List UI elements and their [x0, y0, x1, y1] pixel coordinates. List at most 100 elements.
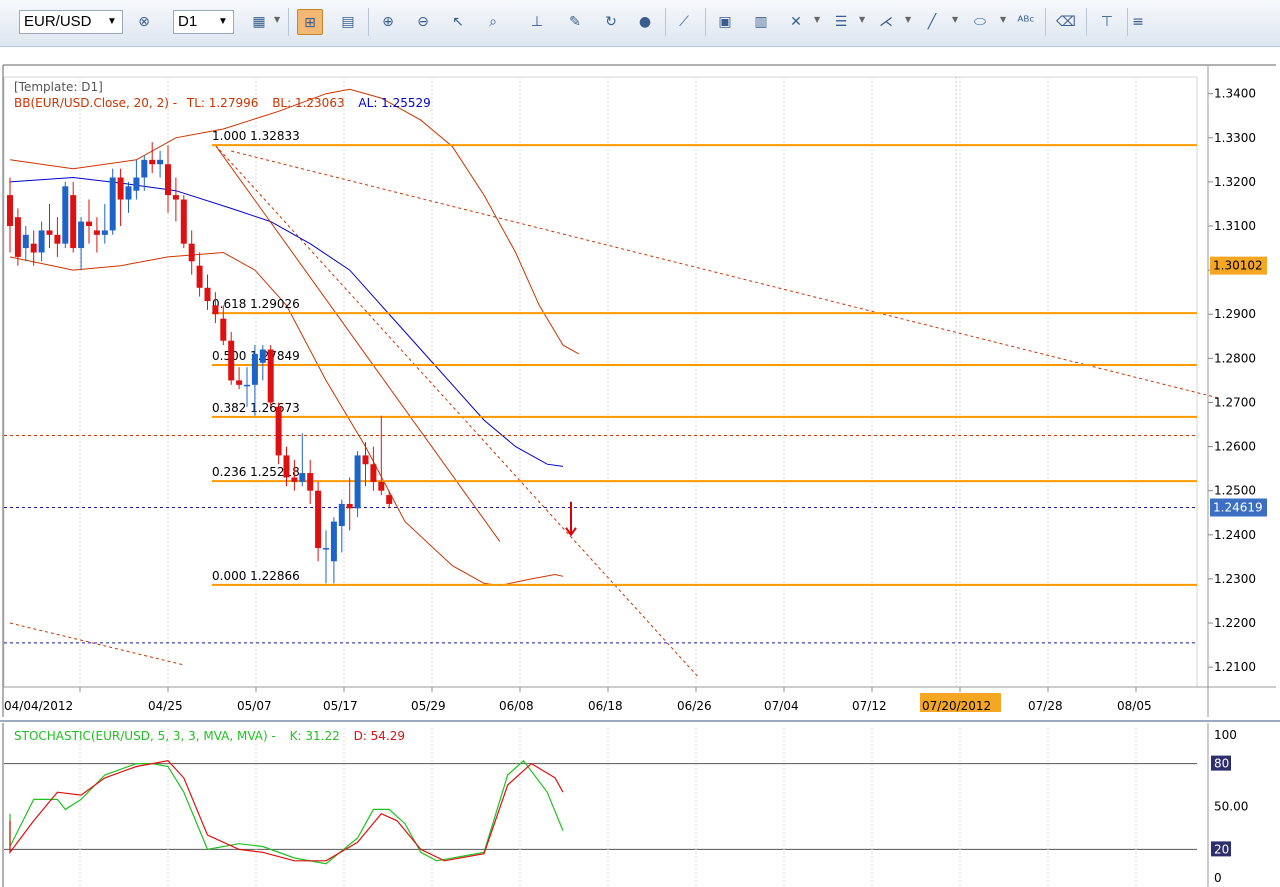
symbol-select[interactable]: EUR/USD ▼	[19, 10, 123, 34]
template-icon[interactable]: ▤	[335, 9, 361, 35]
picture-icon[interactable]: ▥	[748, 9, 774, 35]
candle-body	[370, 464, 377, 482]
y-tick-label: 1.2300	[1214, 572, 1256, 586]
fib-label: 0.618 1.29026	[212, 297, 300, 311]
ruler-icon[interactable]: ⟋	[671, 9, 697, 35]
candle-body	[236, 380, 243, 385]
fan-icon[interactable]: ⋌	[873, 9, 899, 35]
candle-body	[93, 230, 100, 235]
magnifier-icon[interactable]: ⌕	[480, 9, 506, 35]
candle-body	[78, 221, 85, 249]
y-tick-label: 1.2400	[1214, 528, 1256, 542]
crosshair-icon[interactable]: ⊗	[131, 9, 157, 35]
timeframe-select[interactable]: D1 ▼	[173, 10, 234, 34]
stoch-tick-label: 80	[1214, 757, 1229, 771]
globe-icon[interactable]: ●	[632, 9, 658, 35]
fib-label: 0.382 1.26673	[212, 401, 300, 415]
candle-body	[251, 353, 258, 385]
candle-body	[244, 384, 250, 387]
x-tick-label: 05/07	[237, 699, 272, 713]
zoom-in-icon[interactable]: ⊕	[375, 9, 401, 35]
candle-body	[22, 234, 29, 249]
cursor-icon[interactable]: ↖	[445, 9, 471, 35]
candle-body	[54, 234, 61, 244]
menu-icon[interactable]: ≡	[1131, 9, 1145, 35]
candle-body	[212, 305, 219, 315]
x-tick-label: 05/17	[323, 699, 358, 713]
x-tick-label: 06/08	[499, 699, 534, 713]
stochastic-d: D: 54.29	[354, 729, 405, 743]
y-tick-label: 1.2900	[1214, 307, 1256, 321]
x-tick-label: 07/04	[764, 699, 799, 713]
candle-body	[283, 455, 290, 478]
y-tick-label: 1.2200	[1214, 616, 1256, 630]
stoch-tick-label: 0	[1214, 871, 1222, 885]
chevron-down-icon: ▼	[218, 16, 228, 27]
y-tick-label: 1.3300	[1214, 131, 1256, 145]
stochastic-label: STOCHASTIC(EUR/USD, 5, 3, 3, MVA, MVA) -	[14, 729, 276, 743]
candle-body	[267, 349, 274, 403]
candle-body	[133, 177, 140, 191]
candle-body	[7, 195, 13, 227]
candle-body	[323, 548, 329, 550]
candle-body	[30, 243, 37, 253]
x-tick-label: 05/29	[411, 699, 446, 713]
image-icon[interactable]: ▣	[712, 9, 738, 35]
chart-mode-icon[interactable]: ⊞	[297, 9, 323, 35]
candle-body	[330, 521, 337, 562]
y-tick-label: 1.3200	[1214, 175, 1256, 189]
x-tick-label: 06/26	[677, 699, 712, 713]
tools-icon[interactable]: ✕	[783, 9, 809, 35]
candle-body	[228, 340, 235, 381]
x-tick-label: 04/25	[148, 699, 183, 713]
candle-body	[315, 490, 322, 549]
candle-body	[62, 186, 69, 244]
price-chart[interactable]: 1.000 1.328330.618 1.290260.500 1.278490…	[0, 62, 1280, 717]
candle-body	[338, 503, 345, 526]
x-tick-label: 07/12	[852, 699, 887, 713]
y-tick-label: 1.2500	[1214, 484, 1256, 498]
bb-label: BB(EUR/USD.Close, 20, 2) -	[14, 96, 177, 110]
candle-body	[378, 481, 385, 491]
y-tick-label: 1.3100	[1214, 219, 1256, 233]
candle-body	[38, 230, 45, 253]
hierarchy-icon[interactable]: ⊤	[1094, 9, 1120, 35]
zoom-out-icon[interactable]: ⊖	[410, 9, 436, 35]
chart-type-icon[interactable]: ▦	[246, 9, 272, 35]
candle-body	[275, 406, 282, 456]
fib-label: 0.000 1.22866	[212, 569, 300, 583]
candle-body	[165, 164, 171, 196]
text-icon[interactable]: ᴬᴮᶜ	[1013, 9, 1039, 35]
timeframe-value: D1	[178, 13, 198, 30]
candle-body	[46, 230, 53, 235]
candle-body	[14, 217, 21, 257]
refresh-icon[interactable]: ↻	[598, 9, 624, 35]
candle-body	[70, 195, 77, 249]
bb-tl: TL: 1.27996	[186, 96, 259, 110]
eraser-icon[interactable]: ⌫	[1053, 9, 1079, 35]
candle-body	[291, 477, 298, 482]
pencil-icon[interactable]: ╱	[919, 9, 945, 35]
ellipse-icon[interactable]: ⬭	[967, 9, 993, 35]
candle-body	[109, 177, 116, 231]
lines-icon[interactable]: ☰	[828, 9, 854, 35]
x-tick-label: 07/20/2012	[922, 699, 991, 713]
bb-bl: BL: 1.23063	[272, 96, 344, 110]
stochastic-k: K: 31.22	[290, 729, 340, 743]
symbol-value: EUR/USD	[24, 13, 92, 30]
candle-body	[125, 186, 132, 200]
candle-body	[149, 159, 156, 165]
fib-label: 1.000 1.32833	[212, 129, 300, 143]
stochastic-chart[interactable]: 100 80 50.00 20 0 STOCHASTIC(EUR/USD, 5, 3, …	[0, 720, 1280, 887]
candle-body	[157, 159, 164, 165]
candle-body	[354, 455, 361, 509]
candle-body	[299, 473, 306, 482]
period-separator-icon[interactable]: ⊥	[524, 9, 550, 35]
y-tick-label: 1.2100	[1214, 660, 1256, 674]
toolbar: EUR/USD ▼ ⊗ D1 ▼ ▦ ▼ ⊞ ▤ ⊕ ⊖ ↖ ⌕ ⊥ ✎ ↻ ●…	[0, 0, 1280, 47]
stoch-tick-label: 20	[1214, 842, 1229, 856]
template-label: [Template: D1]	[14, 80, 103, 94]
properties-icon[interactable]: ✎	[562, 9, 588, 35]
candle-body	[259, 349, 266, 363]
candle-body	[141, 159, 148, 178]
